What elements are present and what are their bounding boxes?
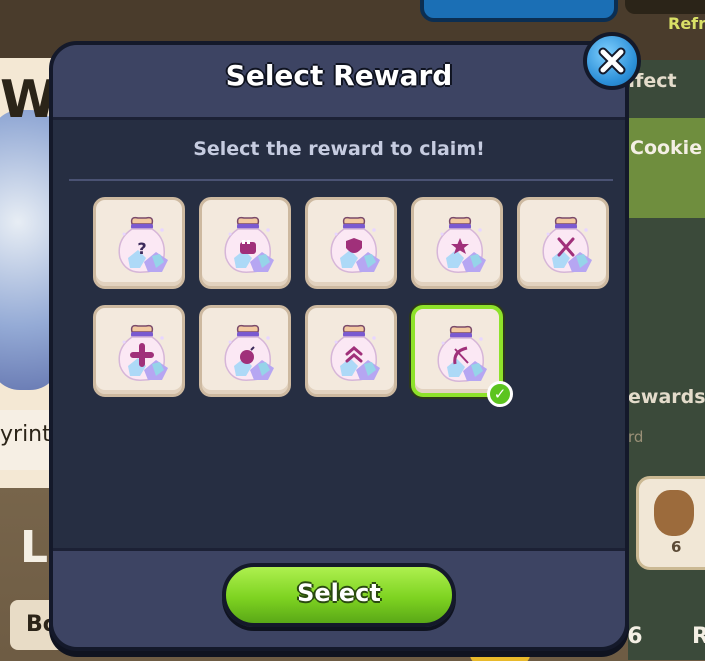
background-small-label: rd — [628, 428, 644, 446]
background-left-label: yrint — [0, 422, 51, 447]
background-left-big-letter: L — [20, 522, 49, 573]
reward-bag-icon — [330, 324, 380, 381]
reward-bag-icon — [330, 216, 380, 273]
reward-bag-icon — [436, 216, 486, 273]
background-top-button — [420, 0, 618, 22]
dialog-header: Select Reward — [53, 45, 625, 120]
background-card-count: 6 — [671, 538, 682, 556]
reward-tile[interactable] — [93, 305, 185, 397]
background-top-button-2 — [625, 0, 705, 14]
reward-tile[interactable]: ✓ — [411, 305, 513, 407]
reward-tile[interactable] — [517, 197, 609, 289]
reward-tile[interactable] — [305, 197, 397, 289]
reward-bag-icon — [437, 325, 487, 382]
reward-bag-icon — [542, 216, 592, 273]
reward-tile[interactable] — [199, 197, 291, 289]
background-bag-icon — [654, 490, 694, 536]
reward-tile[interactable]: ? — [93, 197, 185, 289]
background-cookie-label: Cookie — [630, 137, 703, 159]
reward-bag-icon — [224, 216, 274, 273]
reward-bag-icon — [118, 324, 168, 381]
reward-bag-icon: ? — [118, 216, 168, 273]
dialog-subtitle: Select the reward to claim! — [193, 138, 485, 160]
dialog-title: Select Reward — [225, 59, 453, 92]
fist-icon — [240, 240, 256, 254]
reward-tile[interactable] — [411, 197, 503, 289]
svg-text:?: ? — [137, 239, 146, 258]
reward-tile[interactable] — [305, 305, 397, 397]
close-icon — [598, 47, 626, 75]
select-reward-dialog: Select Reward Select the reward to claim… — [49, 41, 629, 651]
select-button[interactable]: Select — [222, 563, 456, 627]
select-button-label: Select — [297, 579, 381, 607]
dialog-divider — [69, 179, 613, 181]
background-cookie-box — [628, 118, 705, 218]
close-button[interactable] — [583, 32, 641, 90]
background-refresh-label: Refr — [668, 14, 705, 33]
background-bottom-letter: R — [692, 624, 705, 649]
reward-tile[interactable] — [199, 305, 291, 397]
question-mark-icon: ? — [137, 239, 146, 258]
reward-bag-icon — [224, 324, 274, 381]
background-rewards-label: ewards — [628, 386, 705, 408]
selected-check-icon: ✓ — [487, 381, 513, 407]
